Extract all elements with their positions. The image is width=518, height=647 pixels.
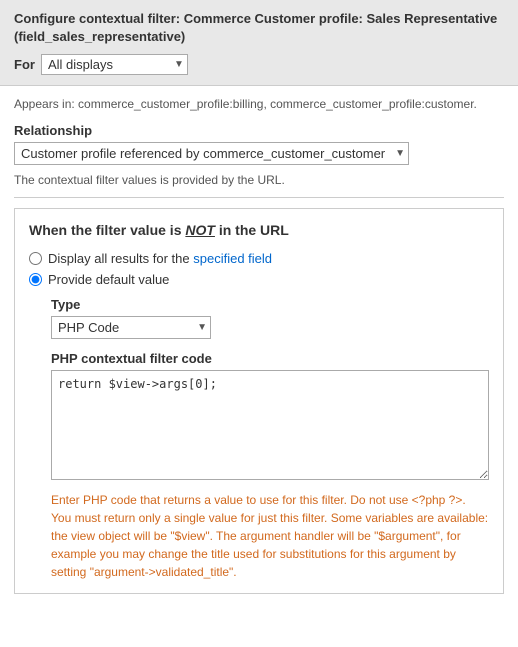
appears-in-text: Appears in: commerce_customer_profile:bi… [14, 96, 504, 113]
filter-title-italic: NOT [185, 222, 215, 238]
radio-display-all[interactable] [29, 252, 42, 265]
php-code-textarea[interactable]: return $view->args[0]; [51, 370, 489, 480]
relationship-select[interactable]: Customer profile referenced by commerce_… [14, 142, 409, 165]
radio-provide-default[interactable] [29, 273, 42, 286]
php-code-label: PHP contextual filter code [51, 351, 489, 366]
relationship-label: Relationship [14, 123, 504, 138]
radio-provide-default-label[interactable]: Provide default value [48, 272, 169, 287]
appears-in-value: commerce_customer_profile:billing, comme… [78, 97, 477, 111]
radio-display-all-label[interactable]: Display all results for the specified fi… [48, 251, 272, 266]
for-label: For [14, 57, 35, 72]
radio-item-provide-default: Provide default value [29, 272, 489, 287]
php-help-text: Enter PHP code that returns a value to u… [51, 491, 489, 581]
type-row: PHP Code Fixed value Raw value from URL … [51, 316, 489, 339]
filter-title-suffix: in the URL [215, 222, 289, 238]
page-title: Configure contextual filter: Commerce Cu… [14, 10, 504, 46]
radio-group: Display all results for the specified fi… [29, 251, 489, 287]
radio-item-display-all: Display all results for the specified fi… [29, 251, 489, 266]
filter-title-prefix: When the filter value is [29, 222, 185, 238]
specified-field-link[interactable]: specified field [193, 251, 272, 266]
appears-in-label: Appears in: [14, 97, 75, 111]
type-select-wrapper[interactable]: PHP Code Fixed value Raw value from URL … [51, 316, 211, 339]
filter-box: When the filter value is NOT in the URL … [14, 208, 504, 594]
relationship-row: Customer profile referenced by commerce_… [14, 142, 504, 165]
displays-select-wrapper[interactable]: All displays This page (override) ▼ [41, 54, 188, 75]
for-row: For All displays This page (override) ▼ [14, 54, 504, 75]
filter-box-title: When the filter value is NOT in the URL [29, 221, 489, 241]
radio-display-all-text-before: Display all results for the [48, 251, 193, 266]
type-section: Type PHP Code Fixed value Raw value from… [51, 297, 489, 581]
contextual-note: The contextual filter values is provided… [14, 173, 504, 198]
content-section: Appears in: commerce_customer_profile:bi… [0, 86, 518, 603]
header-section: Configure contextual filter: Commerce Cu… [0, 0, 518, 86]
type-label: Type [51, 297, 489, 312]
displays-select[interactable]: All displays This page (override) [41, 54, 188, 75]
relationship-select-wrapper[interactable]: Customer profile referenced by commerce_… [14, 142, 409, 165]
type-select[interactable]: PHP Code Fixed value Raw value from URL [51, 316, 211, 339]
